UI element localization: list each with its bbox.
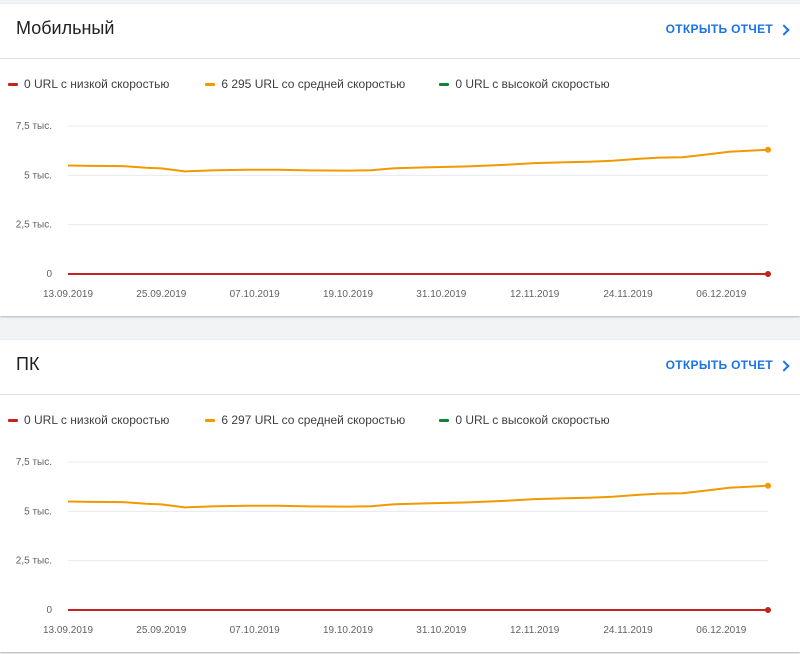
x-tick-label: 24.11.2019 xyxy=(603,289,653,300)
desktop-line-chart: 0 2,5 тыс. 5 тыс. 7,5 тыс. 13.09.2019 25.09.2… xyxy=(16,457,771,636)
mobile-speed-card: Мобильный ОТКРЫТЬ ОТЧЕТ 0 URL с низкой с… xyxy=(0,4,800,316)
legend-label: 0 URL с низкой скоростью xyxy=(24,413,170,427)
legend-item-average[interactable]: 6 295 URL со средней скоростью xyxy=(205,77,405,91)
series-line xyxy=(67,148,769,173)
x-tick-label: 19.10.2019 xyxy=(323,625,373,636)
legend-swatch xyxy=(8,82,18,86)
series-endpoint xyxy=(765,271,771,277)
y-tick-label: 2,5 тыс. xyxy=(16,220,52,231)
card-title: Мобильный xyxy=(16,18,115,38)
legend-item-fast[interactable]: 0 URL с высокой скоростью xyxy=(439,77,610,91)
mobile-line-chart: 0 2,5 тыс. 5 тыс. 7,5 тыс. 13.09.2019 25.09.2… xyxy=(16,121,771,300)
open-report-label: ОТКРЫТЬ ОТЧЕТ xyxy=(665,22,773,36)
card-title: ПК xyxy=(16,354,40,374)
open-report-button[interactable]: ОТКРЫТЬ ОТЧЕТ xyxy=(665,22,790,36)
chevron-right-icon xyxy=(778,23,790,36)
y-tick-label: 2,5 тыс. xyxy=(16,556,52,567)
x-tick-label: 25.09.2019 xyxy=(136,625,186,636)
series-line xyxy=(67,484,769,509)
series-endpoint xyxy=(765,482,771,489)
open-report-button[interactable]: ОТКРЫТЬ ОТЧЕТ xyxy=(665,358,790,372)
x-tick-label: 24.11.2019 xyxy=(603,625,653,636)
x-tick-label: 12.11.2019 xyxy=(510,625,560,636)
x-tick-label: 07.10.2019 xyxy=(230,625,280,636)
legend-label: 6 297 URL со средней скоростью xyxy=(221,413,406,427)
card-header: Мобильный ОТКРЫТЬ ОТЧЕТ xyxy=(0,4,800,59)
x-tick-label: 25.09.2019 xyxy=(136,289,186,300)
x-tick-label: 13.09.2019 xyxy=(43,289,93,300)
legend-label: 0 URL с низкой скоростью xyxy=(24,77,170,91)
series-endpoint xyxy=(765,146,771,153)
x-tick-label: 13.09.2019 xyxy=(43,625,93,636)
x-tick-label: 19.10.2019 xyxy=(323,289,373,300)
x-tick-label: 06.12.2019 xyxy=(696,625,746,636)
x-tick-label: 31.10.2019 xyxy=(416,289,466,300)
y-tick-label: 0 xyxy=(46,605,52,616)
x-tick-label: 06.12.2019 xyxy=(696,289,746,300)
desktop-speed-card: ПК ОТКРЫТЬ ОТЧЕТ 0 URL с низкой скорость… xyxy=(0,340,800,652)
legend-swatch xyxy=(439,82,450,86)
legend-item-fast[interactable]: 0 URL с высокой скоростью xyxy=(439,413,610,427)
series-endpoint xyxy=(765,607,771,613)
chevron-right-icon xyxy=(778,359,790,372)
x-tick-label: 31.10.2019 xyxy=(416,625,466,636)
legend-swatch xyxy=(205,418,216,422)
legend-label: 0 URL с высокой скоростью xyxy=(455,77,610,91)
x-tick-label: 07.10.2019 xyxy=(230,289,280,300)
legend-swatch xyxy=(439,418,450,422)
legend-label: 0 URL с высокой скоростью xyxy=(455,413,610,427)
y-tick-label: 5 тыс. xyxy=(24,506,52,517)
legend-item-slow[interactable]: 0 URL с низкой скоростью xyxy=(8,77,169,91)
card-header: ПК ОТКРЫТЬ ОТЧЕТ xyxy=(0,340,800,395)
legend-label: 6 295 URL со средней скоростью xyxy=(221,77,406,91)
y-tick-label: 7,5 тыс. xyxy=(16,457,52,468)
y-tick-label: 7,5 тыс. xyxy=(16,121,52,132)
legend-item-slow[interactable]: 0 URL с низкой скоростью xyxy=(8,413,169,427)
legend-item-average[interactable]: 6 297 URL со средней скоростью xyxy=(205,413,405,427)
y-tick-label: 5 тыс. xyxy=(24,170,52,181)
legend-swatch xyxy=(8,418,18,422)
open-report-label: ОТКРЫТЬ ОТЧЕТ xyxy=(665,358,773,372)
x-tick-label: 12.11.2019 xyxy=(510,289,560,300)
y-tick-label: 0 xyxy=(46,269,52,280)
chart-legend: 0 URL с низкой скоростью 6 295 URL со ср… xyxy=(8,77,646,91)
chart-legend: 0 URL с низкой скоростью 6 297 URL со ср… xyxy=(8,413,646,427)
legend-swatch xyxy=(205,82,216,86)
